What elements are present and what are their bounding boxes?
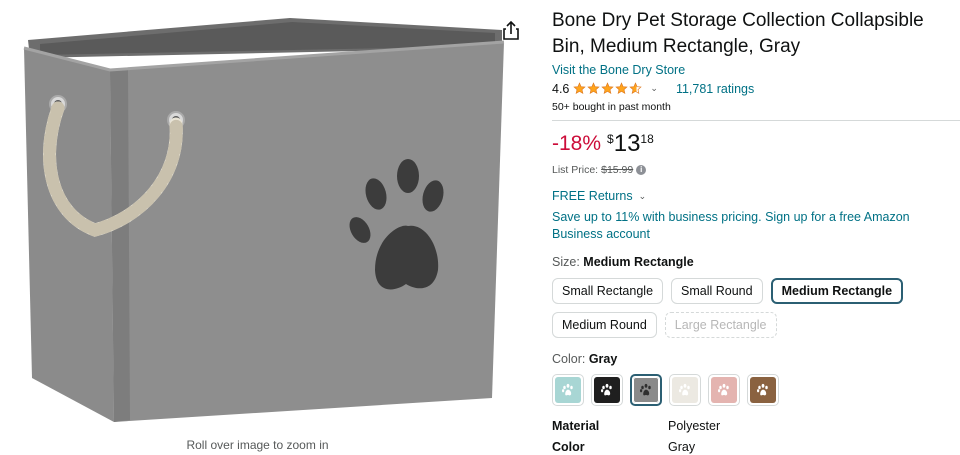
size-option-large-rectangle[interactable]: Large Rectangle	[664, 312, 777, 338]
spec-value: Gray	[668, 440, 696, 454]
color-swatches	[552, 374, 952, 406]
price-currency: $	[607, 132, 614, 146]
paw-icon	[717, 383, 729, 396]
size-selected-value: Medium Rectangle	[583, 255, 694, 269]
zoom-hint: Roll over image to zoom in	[186, 438, 329, 452]
paw-icon	[639, 383, 651, 396]
swatch-black[interactable]	[591, 374, 623, 406]
free-returns-label: FREE Returns	[552, 189, 633, 203]
info-icon[interactable]: i	[636, 165, 647, 175]
star-icon	[587, 82, 601, 95]
image-gallery: Roll over image to zoom in	[0, 0, 540, 455]
product-image[interactable]	[10, 8, 510, 428]
size-label: Size: Medium Rectangle	[552, 255, 952, 269]
swatch-fill	[711, 377, 737, 403]
size-label-text: Size:	[552, 255, 580, 269]
paw-icon	[600, 383, 612, 396]
star-icon	[601, 82, 615, 95]
business-pricing-link[interactable]: Save up to 11% with business pricing. Si…	[552, 209, 957, 243]
swatch-brown[interactable]	[747, 374, 779, 406]
swatch-fill	[750, 377, 776, 403]
rating-row: 4.6 ⌄ 11,781 ratings	[552, 80, 952, 97]
spec-row: Color Gray	[552, 440, 720, 455]
color-selected-value: Gray	[588, 352, 618, 366]
paw-icon	[756, 383, 768, 396]
spec-key: Material	[552, 419, 600, 433]
chevron-down-icon[interactable]: ⌄	[650, 83, 658, 94]
divider	[552, 120, 960, 121]
swatch-fill	[672, 377, 698, 403]
spec-key: Color	[552, 440, 585, 454]
size-option-small-round[interactable]: Small Round	[671, 278, 763, 304]
spec-row: Material Polyester	[552, 419, 720, 440]
spec-value: Polyester	[668, 419, 721, 433]
swatch-cream[interactable]	[669, 374, 701, 406]
size-option-small-rectangle[interactable]: Small Rectangle	[552, 278, 664, 304]
size-options: Small Rectangle Small Round Medium Recta…	[552, 278, 952, 338]
star-icon	[573, 82, 587, 95]
list-price-label: List Price:	[552, 164, 599, 176]
star-rating[interactable]	[573, 82, 643, 95]
share-button[interactable]	[498, 18, 524, 44]
list-price-value: $15.99	[601, 164, 634, 176]
free-returns-link[interactable]: FREE Returns ⌄	[552, 189, 952, 203]
rating-value: 4.6	[552, 81, 570, 96]
list-price: List Price: $15.99 i	[552, 164, 952, 176]
bought-in-past-month: 50+ bought in past month	[552, 101, 671, 113]
price-whole: 13	[613, 130, 641, 157]
spec-table: Material Polyester Color Gray	[552, 419, 720, 455]
swatch-fill	[633, 377, 659, 403]
color-label-text: Color:	[552, 352, 586, 366]
size-option-medium-rectangle[interactable]: Medium Rectangle	[770, 278, 904, 304]
swatch-gray[interactable]	[630, 374, 662, 406]
discount-percent: -18%	[552, 132, 602, 155]
chevron-down-icon: ⌄	[638, 190, 647, 201]
store-link[interactable]: Visit the Bone Dry Store	[552, 63, 952, 77]
swatch-fill	[594, 377, 620, 403]
paw-icon	[561, 383, 573, 396]
star-icon	[629, 82, 643, 95]
share-icon	[503, 20, 519, 40]
ratings-count-link[interactable]: 11,781 ratings	[676, 82, 754, 96]
paw-icon	[678, 383, 690, 396]
star-icon	[615, 82, 629, 95]
size-option-medium-round[interactable]: Medium Round	[552, 312, 657, 338]
price-block: -18% $ 13 18	[552, 130, 952, 160]
swatch-aqua[interactable]	[552, 374, 584, 406]
price-fraction: 18	[640, 132, 654, 146]
product-details: Bone Dry Pet Storage Collection Collapsi…	[552, 8, 960, 455]
color-label: Color: Gray	[552, 352, 952, 366]
swatch-pink[interactable]	[708, 374, 740, 406]
swatch-fill	[555, 377, 581, 403]
product-title: Bone Dry Pet Storage Collection Collapsi…	[552, 10, 924, 57]
